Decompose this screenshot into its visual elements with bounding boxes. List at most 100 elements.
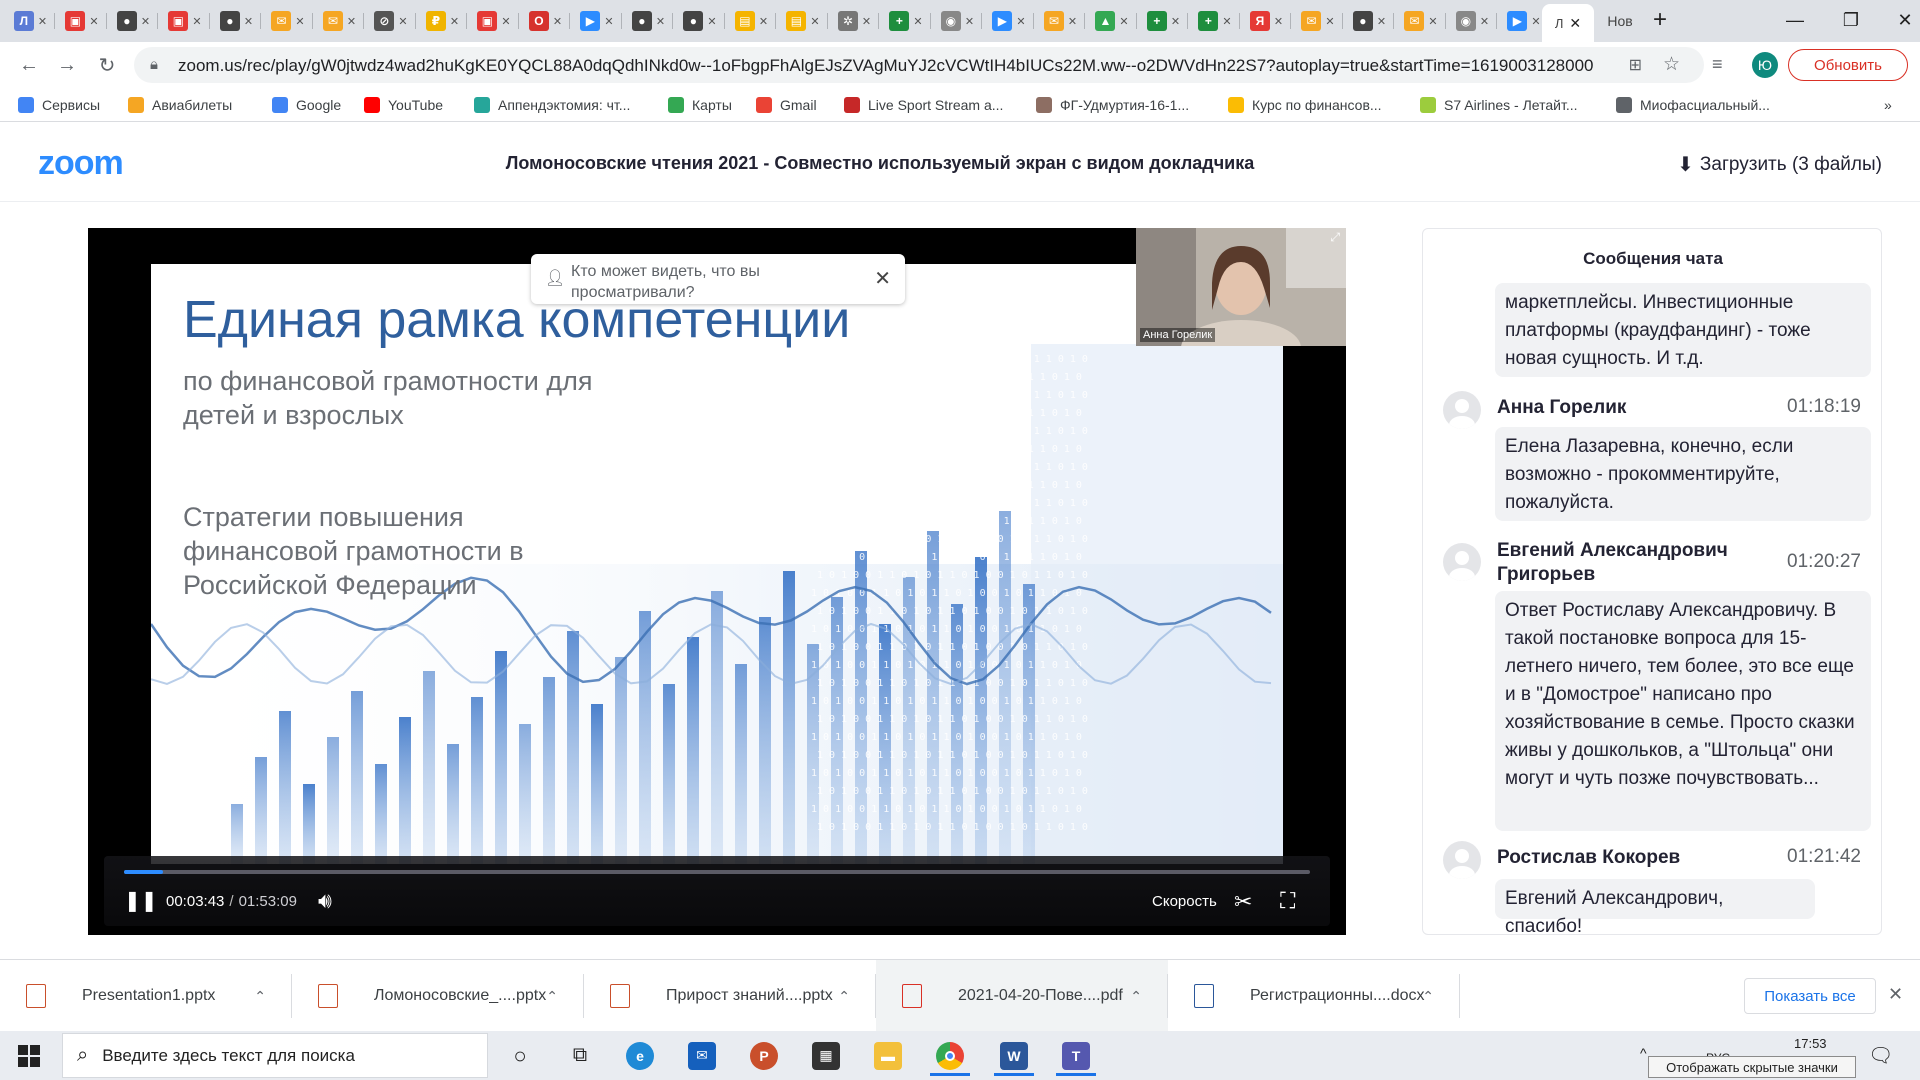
chevron-up-icon[interactable]: ⌃ (1130, 988, 1142, 1005)
chevron-up-icon[interactable]: ⌃ (1422, 988, 1434, 1005)
browser-tab[interactable]: ▣ ✕ (161, 7, 210, 35)
browser-tab[interactable]: ◉ ✕ (933, 7, 982, 35)
close-tab-icon[interactable]: ✕ (192, 15, 201, 28)
address-bar[interactable]: 🔒︎ zoom.us/rec/play/gW0jtwdz4wad2huKgKE0… (134, 47, 1704, 83)
bookmark-item[interactable]: Google (272, 95, 341, 115)
close-icon[interactable]: ✕ (1888, 984, 1903, 1005)
browser-tab[interactable]: + ✕ (882, 7, 931, 35)
bookmark-item[interactable]: Gmail (756, 95, 817, 115)
browser-tab[interactable]: ▶ ✕ (573, 7, 622, 35)
close-tab-icon[interactable]: ✕ (656, 15, 665, 28)
browser-tab[interactable]: ✉ ✕ (1294, 7, 1343, 35)
taskbar-teams[interactable]: T (1050, 1035, 1102, 1076)
clock-time[interactable]: 17:53 (1794, 1036, 1827, 1051)
who-can-see-popup[interactable]: 👤︎ Кто может видеть, что вы просматривал… (531, 254, 905, 304)
close-tab-icon[interactable]: ✕ (965, 15, 974, 28)
browser-tab[interactable]: + ✕ (1191, 7, 1240, 35)
close-tab-icon[interactable]: ✕ (604, 15, 613, 28)
browser-tab[interactable]: ₽ ✕ (418, 7, 467, 35)
close-tab-icon[interactable]: ✕ (89, 15, 98, 28)
close-tab-icon[interactable]: ✕ (810, 15, 819, 28)
browser-tab[interactable]: ◉ ✕ (1448, 7, 1497, 35)
reading-list-icon[interactable]: ≡ (1712, 54, 1723, 75)
chevron-up-icon[interactable]: ⌃ (838, 988, 850, 1005)
taskbar-search[interactable]: ⌕ Введите здесь текст для поиска (62, 1033, 488, 1078)
close-tab-icon[interactable]: ✕ (553, 15, 562, 28)
close-tab-icon[interactable]: ✕ (707, 15, 716, 28)
close-tab-icon[interactable]: ✕ (862, 15, 871, 28)
bookmark-item[interactable]: Курс по финансов... (1228, 95, 1382, 115)
close-tab-icon[interactable]: ✕ (913, 15, 922, 28)
expand-icon[interactable]: ⤢ (1330, 230, 1340, 245)
browser-tab[interactable]: ● ✕ (212, 7, 261, 35)
close-icon[interactable]: ✕ (874, 266, 891, 291)
more-bookmarks-icon[interactable]: » (1884, 95, 1892, 115)
active-browser-tab[interactable]: Л ✕ (1542, 4, 1594, 42)
taskbar-edge[interactable]: e (614, 1035, 666, 1076)
update-button[interactable]: Обновить (1788, 49, 1908, 81)
close-tab-icon[interactable]: ✕ (244, 15, 253, 28)
close-tab-icon[interactable]: ✕ (38, 15, 47, 28)
close-tab-icon[interactable]: ✕ (295, 15, 304, 28)
browser-tab[interactable]: ✉ ✕ (1036, 7, 1085, 35)
close-tab-icon[interactable]: ✕ (1222, 15, 1231, 28)
browser-tab[interactable]: ▣ ✕ (470, 7, 519, 35)
close-tab-icon[interactable]: ✕ (1428, 15, 1437, 28)
download-button[interactable]: ⬇ Загрузить (3 файлы) (1677, 152, 1882, 177)
bookmark-item[interactable]: S7 Airlines - Летайт... (1420, 95, 1578, 115)
scissors-icon[interactable]: ✂ (1234, 889, 1252, 915)
close-tab-icon[interactable]: ✕ (1531, 15, 1540, 28)
taskbar-powerpoint[interactable]: P (738, 1035, 790, 1076)
browser-tab[interactable]: ✉ ✕ (315, 7, 364, 35)
pause-button[interactable]: ❚❚ (124, 888, 158, 913)
task-view-button[interactable]: ⧉ (554, 1035, 606, 1076)
browser-tab[interactable]: ● ✕ (109, 7, 158, 35)
close-tab-icon[interactable]: ✕ (347, 15, 356, 28)
bookmark-item[interactable]: Аппендэктомия: чт... (474, 95, 630, 115)
download-item[interactable]: Прирост знаний....pptx ⌃ (584, 960, 876, 1032)
browser-tab[interactable]: ▤ ✕ (779, 7, 828, 35)
browser-tab[interactable]: + ✕ (1139, 7, 1188, 35)
minimize-button[interactable]: — (1780, 0, 1810, 40)
browser-tab[interactable]: ▶ ✕ (985, 7, 1034, 35)
fullscreen-icon[interactable]: ⛶ (1280, 888, 1295, 914)
volume-button[interactable]: 🔊︎ (318, 888, 332, 914)
chevron-up-icon[interactable]: ^ (1640, 1045, 1647, 1061)
profile-avatar[interactable]: Ю (1752, 52, 1778, 78)
taskbar-word[interactable]: W (988, 1035, 1040, 1076)
browser-tab[interactable]: Л ✕ (6, 7, 55, 35)
taskbar-chrome[interactable] (924, 1035, 976, 1076)
speaker-video[interactable]: ⤢ Анна Горелик (1136, 228, 1346, 346)
maximize-button[interactable]: ❐ (1836, 0, 1866, 40)
close-tab-icon[interactable]: ✕ (1016, 15, 1025, 28)
windows-start-icon[interactable] (18, 1045, 40, 1067)
forward-button[interactable]: → (52, 50, 82, 80)
browser-tab[interactable]: ✉ ✕ (264, 7, 313, 35)
browser-tab[interactable]: ✲ ✕ (830, 7, 879, 35)
download-item[interactable]: Ломоносовские_....pptx ⌃ (292, 960, 584, 1032)
bookmark-item[interactable]: YouTube (364, 95, 443, 115)
reload-button[interactable]: ↻ (92, 50, 122, 80)
close-tab-icon[interactable]: ✕ (1119, 15, 1128, 28)
show-all-button[interactable]: Показать все (1744, 978, 1876, 1014)
translate-icon[interactable]: ⊞ (1629, 55, 1642, 75)
bookmark-item[interactable]: Миофасциальный... (1616, 95, 1770, 115)
close-tab-icon[interactable]: ✕ (1569, 15, 1581, 32)
browser-tab[interactable]: O ✕ (521, 7, 570, 35)
notifications-icon[interactable]: 🗨︎ (1868, 1043, 1893, 1068)
browser-tab[interactable]: ▤ ✕ (727, 7, 776, 35)
bookmark-item[interactable]: Сервисы (18, 95, 100, 115)
browser-tab[interactable]: ▣ ✕ (58, 7, 107, 35)
close-tab-icon[interactable]: ✕ (1377, 15, 1386, 28)
download-item[interactable]: 2021-04-20-Пове....pdf ⌃ (876, 960, 1168, 1032)
download-item[interactable]: Регистрационны....docx ⌃ (1168, 960, 1460, 1032)
bookmark-star-icon[interactable]: ☆ (1663, 53, 1680, 76)
browser-tab[interactable]: ✉ ✕ (1397, 7, 1446, 35)
new-tab-button[interactable]: + (1640, 0, 1680, 40)
taskbar-explorer[interactable]: ▬ (862, 1035, 914, 1076)
bookmark-item[interactable]: ФГ-Удмуртия-16-1... (1036, 95, 1189, 115)
close-tab-icon[interactable]: ✕ (501, 15, 510, 28)
url-text[interactable]: zoom.us/rec/play/gW0jtwdz4wad2huKgKE0YQC… (178, 56, 1593, 76)
browser-tab[interactable]: ⊘ ✕ (367, 7, 416, 35)
close-tab-icon[interactable]: ✕ (759, 15, 768, 28)
